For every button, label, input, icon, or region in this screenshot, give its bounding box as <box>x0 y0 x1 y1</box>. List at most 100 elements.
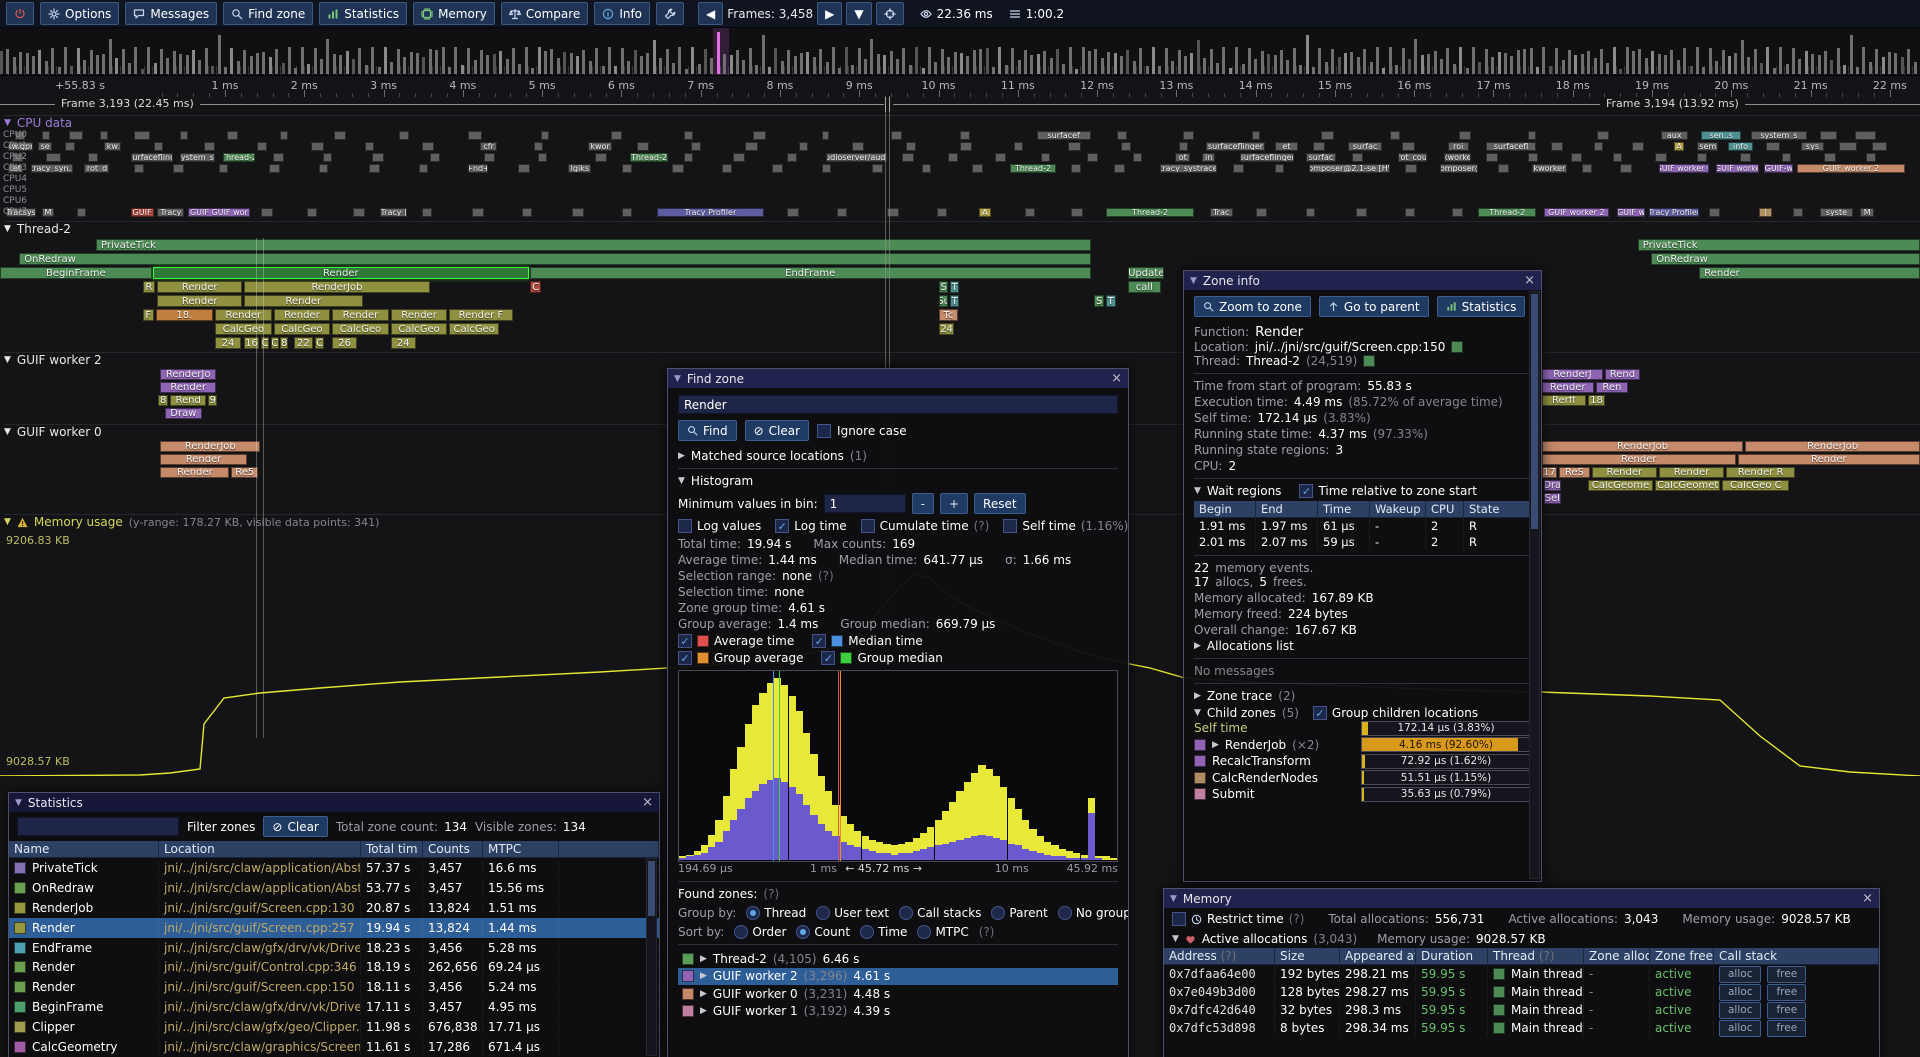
power-button[interactable] <box>6 2 34 25</box>
cpu-zone[interactable]: GUIF-w <box>1764 164 1793 173</box>
cpu-zone[interactable] <box>1782 153 1792 162</box>
cpu-zone[interactable]: se <box>38 142 51 151</box>
allocation-row[interactable]: 0x7dfc42d64032 bytes298.3 ms59.95 sMain … <box>1164 1001 1879 1019</box>
found-zone-group-row[interactable]: ▶GUIF worker 2(3,296)4.61 s <box>678 968 1118 986</box>
cpu-zone[interactable] <box>1582 164 1592 173</box>
timeline-zone[interactable]: Rend <box>170 395 206 406</box>
timeline-zone[interactable]: R <box>143 281 155 293</box>
cpu-zone[interactable] <box>334 131 346 140</box>
info-button[interactable]: Info <box>594 2 650 25</box>
cpu-zone[interactable] <box>822 164 832 173</box>
cpu-zone[interactable] <box>1233 164 1245 173</box>
cpu-zone[interactable] <box>1405 164 1417 173</box>
cpu-zone[interactable]: Thread-2 <box>1106 208 1194 217</box>
cpu-zone[interactable]: surfaceflinger <box>1240 153 1294 162</box>
cpu-zone[interactable] <box>1528 131 1536 140</box>
timeline-zone[interactable]: Render <box>274 309 331 321</box>
cpu-zone[interactable] <box>1597 131 1609 140</box>
cpu-zone[interactable]: kwor <box>588 142 613 151</box>
timeline-zone[interactable]: Su <box>939 295 949 307</box>
timeline-zone[interactable]: OnRedraw <box>19 253 1090 265</box>
timeline-zone[interactable]: RenderJ <box>1542 369 1603 380</box>
table-row[interactable]: EndFramejni/../jni/src/claw/gfx/drv/vk/D… <box>9 938 659 958</box>
child-zone-row[interactable]: CalcRenderNodes51.51 µs (1.15%) <box>1194 770 1531 787</box>
cpu-zone[interactable]: sem <box>1697 142 1718 151</box>
cpu-zone[interactable] <box>180 131 188 140</box>
timeline-zone[interactable]: CalcGeo <box>332 323 389 335</box>
radio-option[interactable]: Count <box>796 925 850 939</box>
cpu-zone[interactable] <box>1486 153 1498 162</box>
timeline-zone[interactable]: OnRedraw <box>1651 253 1920 265</box>
timeline-zone[interactable]: Render <box>332 309 389 321</box>
cpu-zone[interactable] <box>722 164 732 173</box>
cpu-zone[interactable] <box>622 164 632 173</box>
cpu-zone[interactable]: tracy_systrace <box>1160 164 1218 173</box>
cpu-zone[interactable] <box>518 164 530 173</box>
cpu-zone[interactable]: info <box>1728 142 1753 151</box>
cpu-zone[interactable]: kworker <box>1532 164 1567 173</box>
radio-option[interactable]: MTPC <box>917 925 968 939</box>
column-header[interactable]: Address (?) <box>1164 948 1275 965</box>
cpu-zone[interactable] <box>972 164 984 173</box>
timeline-zone[interactable]: ReS <box>1559 467 1590 478</box>
cpu-zone[interactable] <box>611 131 623 140</box>
find-zone-titlebar[interactable]: ▼ Find zone × <box>668 369 1128 388</box>
cpu-zone[interactable]: kw <box>104 142 121 151</box>
frame-menu-button[interactable]: ▼ <box>846 2 871 25</box>
cpu-zone[interactable]: Tracy Profiler <box>657 208 765 217</box>
timeline-zone[interactable]: RenderJob <box>1542 441 1744 452</box>
cpu-zone[interactable] <box>1620 164 1632 173</box>
radio-button[interactable] <box>746 906 760 920</box>
cpu-zone[interactable] <box>753 131 766 140</box>
cpu-zone[interactable] <box>65 142 75 151</box>
cpu-zone[interactable] <box>173 164 185 173</box>
zone-info-scrollbar[interactable] <box>1529 291 1540 879</box>
cpu-zone[interactable]: Thread-2 <box>223 153 256 162</box>
frame-overview-strip[interactable] <box>0 28 1920 75</box>
close-icon[interactable]: × <box>1111 372 1122 385</box>
timeline-zone[interactable]: Render <box>1699 267 1920 279</box>
column-header[interactable]: State <box>1464 501 1531 518</box>
timeline-zone[interactable]: 18. <box>156 309 214 321</box>
timeline-zone[interactable]: CalcGeomet <box>1655 480 1720 491</box>
radio-button[interactable] <box>816 906 830 920</box>
histogram-option[interactable]: ✓Log time <box>775 519 846 533</box>
cpu-zone[interactable] <box>937 208 947 217</box>
cpu-zone[interactable] <box>311 142 324 151</box>
cpu-zone[interactable] <box>468 131 481 140</box>
timeline-zone[interactable]: CalcGeo C <box>1722 480 1789 491</box>
call-stack-chip[interactable]: alloc <box>1719 984 1761 1001</box>
prev-frame-button[interactable]: ◀ <box>698 2 723 25</box>
zone-trace-node[interactable]: ▶Zone trace(2) <box>1194 689 1531 703</box>
child-zones-node[interactable]: ▼Child zones(5)✓Group children locations <box>1194 706 1531 720</box>
clear-filter-button[interactable]: ⊘Clear <box>263 816 327 837</box>
cpu-zone[interactable] <box>672 164 684 173</box>
legend-entry[interactable]: ✓Group average <box>678 651 803 665</box>
cpu-zone[interactable] <box>1071 164 1081 173</box>
cpu-zone[interactable] <box>1306 208 1316 217</box>
cpu-zone[interactable] <box>134 164 144 173</box>
cpu-zone[interactable] <box>1183 131 1195 140</box>
options-button[interactable]: Options <box>40 2 119 25</box>
radio-option[interactable]: No groupi <box>1058 906 1128 920</box>
cpu-zone[interactable] <box>419 164 429 173</box>
cpu-zone[interactable] <box>204 142 216 151</box>
decrease-bin-button[interactable]: - <box>912 493 934 514</box>
cpu-zone[interactable] <box>422 142 434 151</box>
column-header[interactable]: Time <box>1318 501 1370 518</box>
memory-button[interactable]: Memory <box>413 2 495 25</box>
timeline-zone[interactable]: RenderJob <box>244 281 430 293</box>
cpu-zone[interactable] <box>1275 164 1285 173</box>
column-header[interactable]: End <box>1256 501 1318 518</box>
timeline-zone[interactable]: Render <box>1542 454 1736 465</box>
timeline-zone[interactable]: CalcGeome <box>1588 480 1653 491</box>
cpu-zone[interactable]: surfacefling <box>131 153 173 162</box>
allocation-row[interactable]: 0x7dfc53d8988 bytes298.34 ms59.95 sMain … <box>1164 1019 1879 1037</box>
found-zone-group-row[interactable]: ▶GUIF worker 1(3,192)4.39 s <box>678 1003 1118 1021</box>
cpu-zone[interactable]: surfaceflinger <box>1206 142 1266 151</box>
cpu-zone[interactable] <box>595 153 607 162</box>
radio-button[interactable] <box>991 906 1005 920</box>
cpu-zone[interactable] <box>534 142 544 151</box>
cpu-zone[interactable] <box>538 153 548 162</box>
timeline-zone[interactable]: 18 <box>1588 395 1605 406</box>
